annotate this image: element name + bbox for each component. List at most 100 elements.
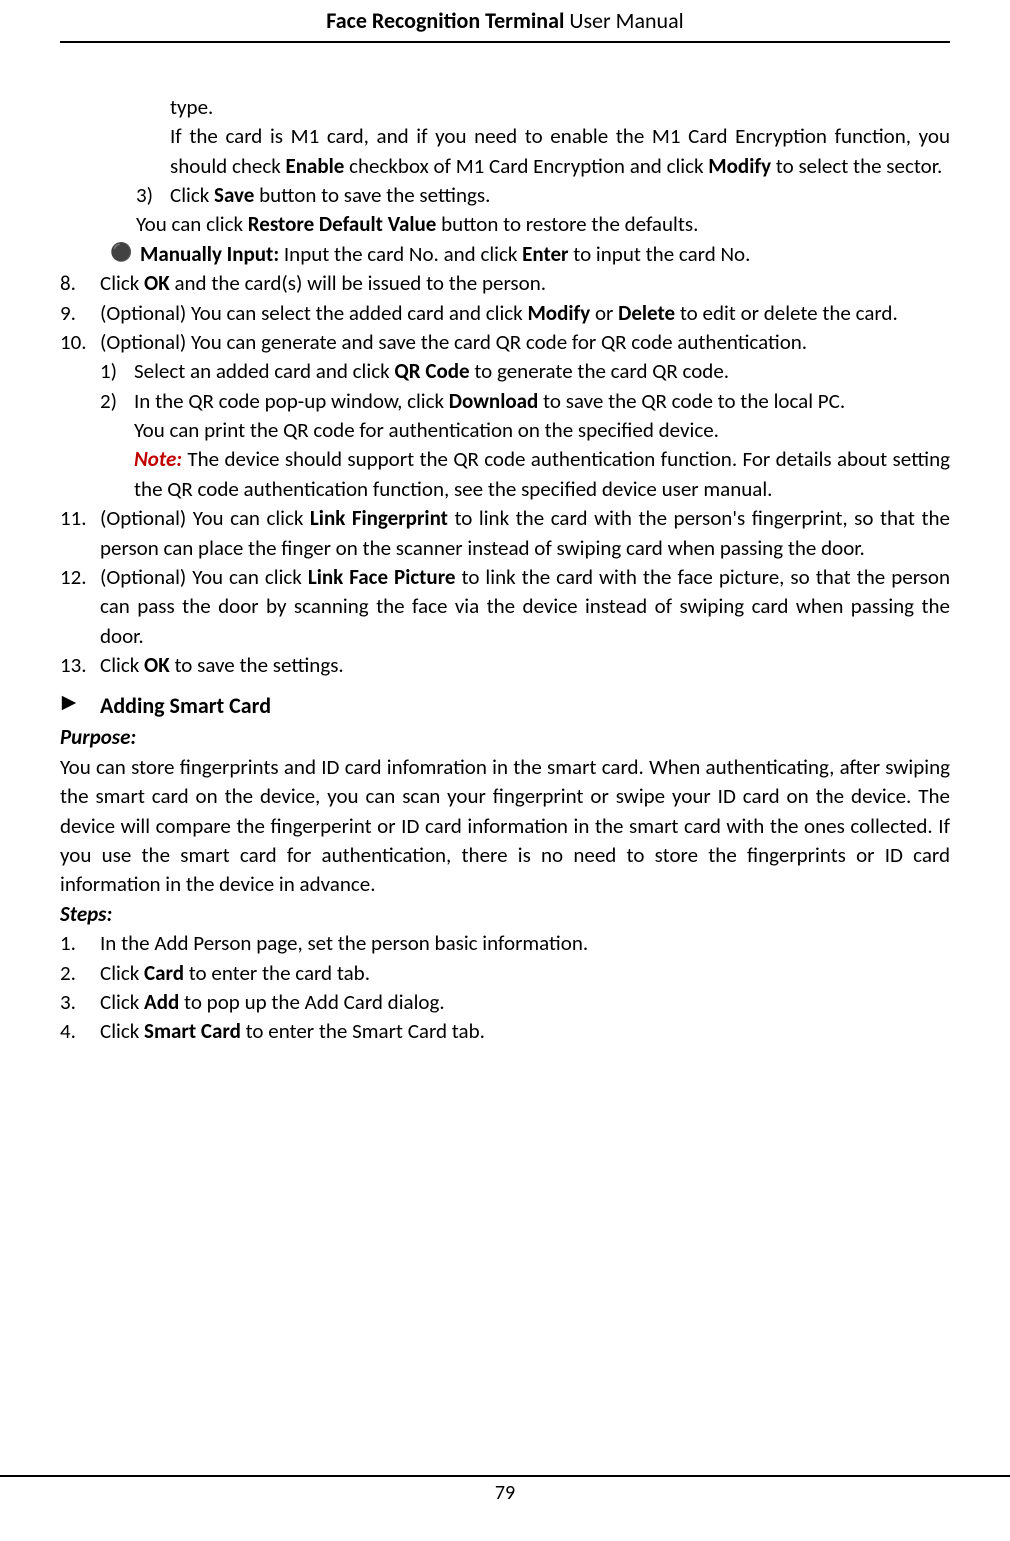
page-number: 79 — [495, 1481, 515, 1505]
step-num: 4. — [60, 1017, 100, 1046]
substep-num: 2) — [100, 387, 134, 505]
bullet-icon: ⚫ — [106, 240, 140, 269]
text: You can click — [136, 211, 248, 237]
bold-smart-card: Smart Card — [144, 1018, 241, 1044]
text: In the QR code pop-up window, click — [134, 388, 449, 414]
text: Select an added card and click — [134, 358, 394, 384]
text: Click — [100, 270, 144, 296]
step-8: 8. Click OK and the card(s) will be issu… — [60, 269, 950, 298]
page-content: type. If the card is M1 card, and if you… — [60, 43, 950, 1047]
smart-step-3: 3. Click Add to pop up the Add Card dial… — [60, 988, 950, 1017]
continued-line-type: type. — [170, 93, 950, 122]
text: Input the card No. and click — [279, 241, 522, 267]
page-footer: 79 — [0, 1475, 1010, 1507]
text: to input the card No. — [569, 241, 751, 267]
step-10-sub-1: 1) Select an added card and click QR Cod… — [100, 357, 950, 386]
substep-num: 1) — [100, 357, 134, 386]
step-num: 2. — [60, 959, 100, 988]
step-num: 8. — [60, 269, 100, 298]
step-num: 11. — [60, 504, 100, 563]
text: checkbox of M1 Card Encryption and click — [344, 153, 708, 179]
step-body: (Optional) You can click Link Face Pictu… — [100, 563, 950, 651]
step-body: In the Add Person page, set the person b… — [100, 929, 950, 958]
bold-modify: Modify — [708, 153, 771, 179]
text: to generate the card QR code. — [470, 358, 730, 384]
bold-delete: Delete — [618, 300, 675, 326]
text: Click — [100, 1018, 144, 1044]
restore-default-line: You can click Restore Default Value butt… — [136, 210, 950, 239]
bold-qrcode: QR Code — [394, 358, 469, 384]
step-body: (Optional) You can select the added card… — [100, 299, 950, 328]
page: Face Recognition Terminal User Manual ty… — [0, 0, 1010, 1541]
text: to pop up the Add Card dialog. — [179, 989, 444, 1015]
step-body: Click Smart Card to enter the Smart Card… — [100, 1017, 950, 1046]
step-body: Click OK and the card(s) will be issued … — [100, 269, 950, 298]
text: (Optional) You can click — [100, 564, 308, 590]
bold-card: Card — [144, 960, 184, 986]
substep-body: Click Save button to save the settings. — [170, 181, 950, 210]
m1-card-paragraph: If the card is M1 card, and if you need … — [170, 122, 950, 181]
step-num: 13. — [60, 651, 100, 680]
purpose-label: Purpose: — [60, 723, 950, 752]
bold-download: Download — [449, 388, 539, 414]
note-label: Note: — [134, 446, 182, 472]
bold-save: Save — [214, 182, 254, 208]
step-10-sub-2: 2) In the QR code pop-up window, click D… — [100, 387, 950, 505]
bold-restore: Restore Default Value — [248, 211, 437, 237]
bold-modify: Modify — [527, 300, 590, 326]
substep-3: 3) Click Save button to save the setting… — [136, 181, 950, 210]
step-body: Click OK to save the settings. — [100, 651, 950, 680]
bold-link-fingerprint: Link Fingerprint — [310, 505, 448, 531]
text: to select the sector. — [771, 153, 942, 179]
header-title-bold: Face Recognition Terminal — [326, 7, 564, 34]
text: Click — [100, 652, 144, 678]
substep-body: In the QR code pop-up window, click Down… — [134, 387, 950, 505]
step-num: 3. — [60, 988, 100, 1017]
text: button to restore the defaults. — [436, 211, 698, 237]
step-10: 10. (Optional) You can generate and save… — [60, 328, 950, 357]
text: to edit or delete the card. — [675, 300, 898, 326]
step-body: Click Card to enter the card tab. — [100, 959, 950, 988]
bullet-body: Manually Input: Input the card No. and c… — [140, 240, 950, 269]
text: (Optional) You can click — [100, 505, 310, 531]
text: Click — [100, 960, 144, 986]
bullet-manual-input: ⚫ Manually Input: Input the card No. and… — [106, 240, 950, 269]
text: Click — [100, 989, 144, 1015]
bold-manual-input: Manually Input: — [140, 241, 279, 267]
purpose-text: You can store fingerprints and ID card i… — [60, 753, 950, 900]
smart-step-4: 4. Click Smart Card to enter the Smart C… — [60, 1017, 950, 1046]
bold-ok: OK — [144, 652, 170, 678]
step-12: 12. (Optional) You can click Link Face P… — [60, 563, 950, 651]
text: type. — [170, 94, 213, 120]
steps-label: Steps: — [60, 900, 950, 929]
step-num: 1. — [60, 929, 100, 958]
bold-link-face: Link Face Picture — [308, 564, 456, 590]
text: to save the QR code to the local PC. — [538, 388, 845, 414]
bold-enable: Enable — [286, 153, 345, 179]
text: to enter the Smart Card tab. — [241, 1018, 485, 1044]
text: to save the settings. — [170, 652, 344, 678]
step-13: 13. Click OK to save the settings. — [60, 651, 950, 680]
bold-enter: Enter — [522, 241, 568, 267]
bold-add: Add — [144, 989, 179, 1015]
text: Click — [170, 182, 214, 208]
text: button to save the settings. — [254, 182, 490, 208]
section-title: Adding Smart Card — [100, 691, 271, 722]
step-11: 11. (Optional) You can click Link Finger… — [60, 504, 950, 563]
smart-step-1: 1. In the Add Person page, set the perso… — [60, 929, 950, 958]
step-body: Click Add to pop up the Add Card dialog. — [100, 988, 950, 1017]
text: or — [590, 300, 618, 326]
step-body: (Optional) You can generate and save the… — [100, 328, 950, 357]
header-title-rest: User Manual — [564, 7, 683, 34]
arrow-icon — [60, 691, 100, 722]
substep-num: 3) — [136, 181, 170, 210]
text: to enter the card tab. — [184, 960, 370, 986]
smart-step-2: 2. Click Card to enter the card tab. — [60, 959, 950, 988]
text: and the card(s) will be issued to the pe… — [170, 270, 546, 296]
text: The device should support the QR code au… — [134, 446, 950, 501]
step-num: 10. — [60, 328, 100, 357]
step-body: (Optional) You can click Link Fingerprin… — [100, 504, 950, 563]
page-header: Face Recognition Terminal User Manual — [60, 0, 950, 43]
text: You can print the QR code for authentica… — [134, 417, 719, 443]
text: (Optional) You can select the added card… — [100, 300, 527, 326]
